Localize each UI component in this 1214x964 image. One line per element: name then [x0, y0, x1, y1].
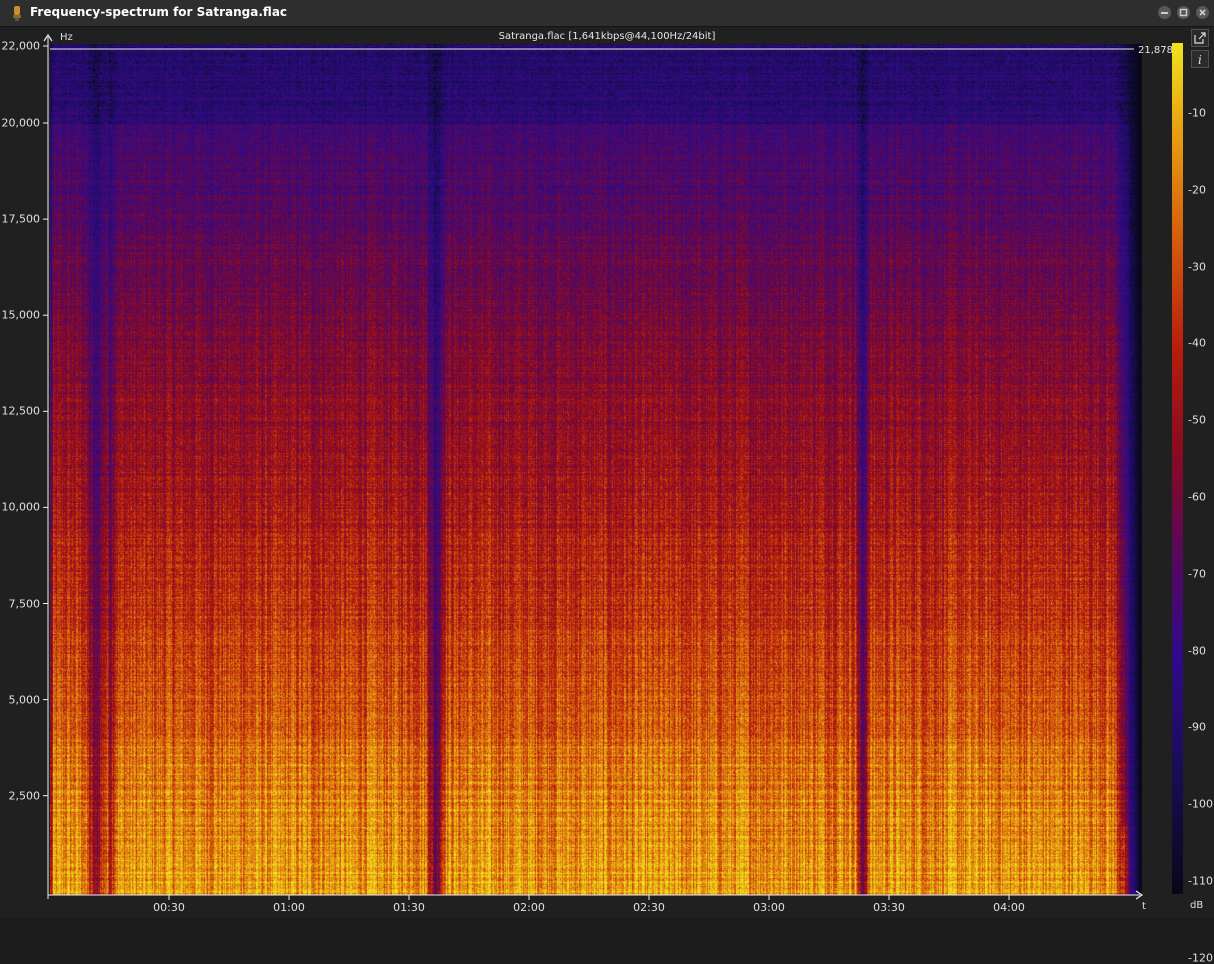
close-button[interactable] — [1196, 6, 1209, 19]
colorbar-tick-label: -60 — [1188, 490, 1206, 504]
colorbar-tick-label: -20 — [1188, 183, 1206, 197]
colorbar — [1172, 43, 1183, 894]
maximize-button[interactable] — [1177, 6, 1190, 19]
y-tick-label: 5,000 — [8, 693, 41, 707]
x-tick-label: 02:30 — [633, 901, 665, 914]
x-tick-label: 01:30 — [393, 901, 425, 914]
y-tick-label: 10,000 — [1, 500, 41, 514]
export-button[interactable] — [1191, 29, 1209, 47]
colorbar-tick-label: -90 — [1188, 720, 1206, 734]
colorbar-unit: dB — [1190, 900, 1204, 911]
minimize-button[interactable] — [1158, 6, 1171, 19]
info-icon: i — [1198, 53, 1202, 67]
y-tick-label: 2,500 — [8, 789, 41, 803]
maximize-icon — [1179, 8, 1188, 17]
x-tick-label: 03:30 — [873, 901, 905, 914]
lamp-icon — [13, 6, 21, 21]
y-tick-label: 22,000 — [1, 39, 41, 53]
colorbar-tick-label: -70 — [1188, 567, 1206, 581]
svg-text:i: i — [1198, 53, 1202, 67]
colorbar-tick-label: -40 — [1188, 336, 1206, 350]
x-tick-label: 02:00 — [513, 901, 545, 914]
x-unit-label: t — [1142, 901, 1146, 912]
y-tick-label: 12,500 — [1, 404, 41, 418]
cutoff-label: 21,878 — [1138, 45, 1173, 56]
colorbar-tick-label: -10 — [1188, 106, 1206, 120]
minimize-icon — [1161, 12, 1168, 14]
y-tick-marks — [43, 45, 48, 797]
x-tick-label: 01:00 — [273, 901, 305, 914]
y-tick-label: 20,000 — [1, 116, 41, 130]
window-title: Frequency-spectrum for Satranga.flac — [30, 5, 288, 19]
y-tick-label: 15,000 — [1, 308, 41, 322]
close-icon — [1199, 9, 1206, 16]
title-bar: Frequency-spectrum for Satranga.flac — [0, 0, 1214, 27]
colorbar-tick-label: -100 — [1188, 797, 1213, 811]
y-tick-label: 7,500 — [8, 597, 41, 610]
colorbar-tick-label: -110 — [1188, 874, 1213, 888]
x-tick-label: 00:30 — [153, 901, 185, 914]
x-tick-marks — [168, 895, 1010, 900]
info-button[interactable]: i — [1191, 50, 1209, 68]
y-tick-label: 17,500 — [1, 212, 41, 226]
colorbar-tick-label: -30 — [1188, 260, 1206, 274]
colorbar-tick-label: -120 — [1188, 951, 1213, 964]
export-icon — [1194, 32, 1206, 44]
colorbar-tick-label: -80 — [1188, 644, 1206, 658]
x-tick-label: 03:00 — [753, 901, 785, 914]
x-tick-label: 04:00 — [993, 901, 1025, 914]
plot-axes — [43, 33, 1144, 900]
spectrum-panel: Satranga.flac [1,641kbps@44,100Hz/24bit]… — [0, 27, 1214, 964]
y-unit-label: Hz — [60, 32, 73, 43]
colorbar-tick-label: -50 — [1188, 413, 1206, 427]
